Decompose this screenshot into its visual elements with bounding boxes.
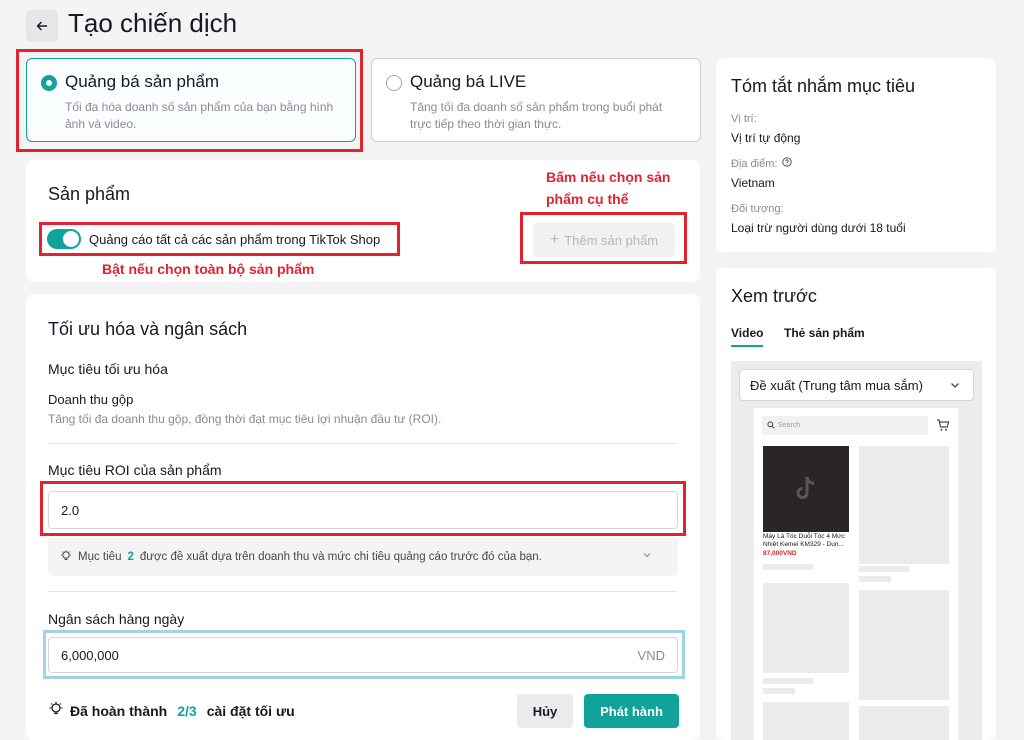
placeholder-line bbox=[859, 566, 909, 572]
annotation-all-products: Bật nếu chọn toàn bộ sản phẩm bbox=[102, 261, 315, 277]
mock-product-name: Máy Là Tóc Duỗi Tóc 4 Mức Nhiệt Kemei KM… bbox=[763, 533, 845, 548]
placeholder-line bbox=[859, 576, 891, 582]
placement-value: Vị trí tự động bbox=[731, 131, 801, 145]
objective-desc: Tăng tối đa doanh số sản phẩm trong buổi… bbox=[410, 100, 663, 131]
placeholder-block bbox=[859, 446, 949, 564]
divider bbox=[48, 443, 678, 444]
page-title: Tạo chiến dịch bbox=[68, 8, 238, 38]
objective-live-promotion[interactable]: Quảng bá LIVE Tăng tối đa doanh số sản p… bbox=[371, 58, 701, 142]
roi-label: Mục tiêu ROI của sản phẩm bbox=[48, 462, 222, 478]
search-icon bbox=[767, 421, 775, 431]
audience-value: Loại trừ người dùng dưới 18 tuổi bbox=[731, 221, 906, 235]
annotation-box-roi bbox=[40, 481, 686, 536]
audience-label: Đối tượng: bbox=[731, 203, 784, 215]
budget-label: Ngân sách hàng ngày bbox=[48, 611, 185, 627]
tab-video[interactable]: Video bbox=[731, 326, 763, 340]
annotation-box-toggle bbox=[39, 222, 400, 256]
tiktok-logo-icon bbox=[796, 476, 815, 499]
location-value: Vietnam bbox=[731, 176, 775, 190]
progress-prefix: Đã hoàn thành bbox=[70, 702, 168, 719]
placeholder-line bbox=[763, 564, 813, 570]
progress-suffix: cài đặt tối ưu bbox=[206, 702, 295, 719]
goal-label: Mục tiêu tối ưu hóa bbox=[48, 361, 168, 377]
summary-title: Tóm tắt nhắm mục tiêu bbox=[731, 76, 916, 96]
optimization-progress: Đã hoàn thành 2/3 cài đặt tối ưu bbox=[48, 701, 295, 720]
location-label-row: Địa điểm: bbox=[731, 157, 793, 170]
placeholder-block bbox=[763, 702, 849, 740]
product-thumbnail bbox=[763, 446, 849, 532]
objective-title: Quảng bá LIVE bbox=[410, 72, 527, 91]
chevron-down-icon bbox=[642, 550, 652, 563]
radio-unselected[interactable] bbox=[386, 75, 402, 91]
annotation-box-objective bbox=[16, 49, 363, 152]
location-label: Địa điểm: bbox=[731, 157, 778, 170]
roi-hint-bar[interactable]: Mục tiêu 2 được đề xuất dựa trên doanh t… bbox=[48, 538, 678, 576]
back-button[interactable] bbox=[26, 10, 58, 42]
lightbulb-icon bbox=[48, 701, 64, 720]
highlight-box-budget bbox=[43, 630, 685, 679]
mock-search-bar: Search bbox=[762, 416, 928, 435]
hint-number: 2 bbox=[127, 551, 134, 563]
chevron-down-icon bbox=[949, 379, 961, 394]
annotation-box-add bbox=[520, 212, 687, 264]
publish-button[interactable]: Phát hành bbox=[584, 694, 679, 728]
mock-product-price: 87,000VND bbox=[763, 550, 797, 557]
cancel-button[interactable]: Hủy bbox=[517, 694, 573, 728]
preview-dropdown[interactable]: Đề xuất (Trung tâm mua sắm) bbox=[739, 369, 974, 401]
placeholder-block bbox=[859, 706, 949, 740]
preview-title: Xem trước bbox=[731, 286, 817, 306]
products-title: Sản phẩm bbox=[48, 184, 131, 204]
placement-label: Vị trí: bbox=[731, 113, 757, 125]
hint-suffix: được đề xuất dựa trên doanh thu và mức c… bbox=[139, 551, 542, 563]
lightbulb-icon bbox=[60, 550, 72, 565]
goal-value: Doanh thu gộp bbox=[48, 392, 134, 407]
help-icon[interactable] bbox=[782, 157, 793, 170]
placeholder-block bbox=[763, 583, 849, 673]
divider bbox=[48, 591, 678, 592]
annotation-specific-products: Bấm nếu chọn sản phẩm cụ thể bbox=[546, 169, 671, 207]
cart-icon bbox=[936, 418, 950, 437]
placeholder-block bbox=[859, 590, 949, 700]
placeholder-line bbox=[763, 678, 813, 684]
active-tab-indicator bbox=[731, 345, 763, 347]
optimization-title: Tối ưu hóa và ngân sách bbox=[48, 319, 248, 339]
dropdown-value: Đề xuất (Trung tâm mua sắm) bbox=[750, 377, 923, 393]
tab-product-card[interactable]: Thẻ sản phẩm bbox=[784, 326, 865, 340]
arrow-left-icon bbox=[36, 21, 47, 31]
progress-value: 2/3 bbox=[177, 702, 197, 719]
hint-prefix: Mục tiêu bbox=[78, 551, 122, 563]
placeholder-line bbox=[763, 688, 795, 694]
mock-search-placeholder: Search bbox=[778, 422, 801, 429]
goal-desc: Tăng tối đa doanh thu gộp, đồng thời đạt… bbox=[48, 412, 442, 426]
